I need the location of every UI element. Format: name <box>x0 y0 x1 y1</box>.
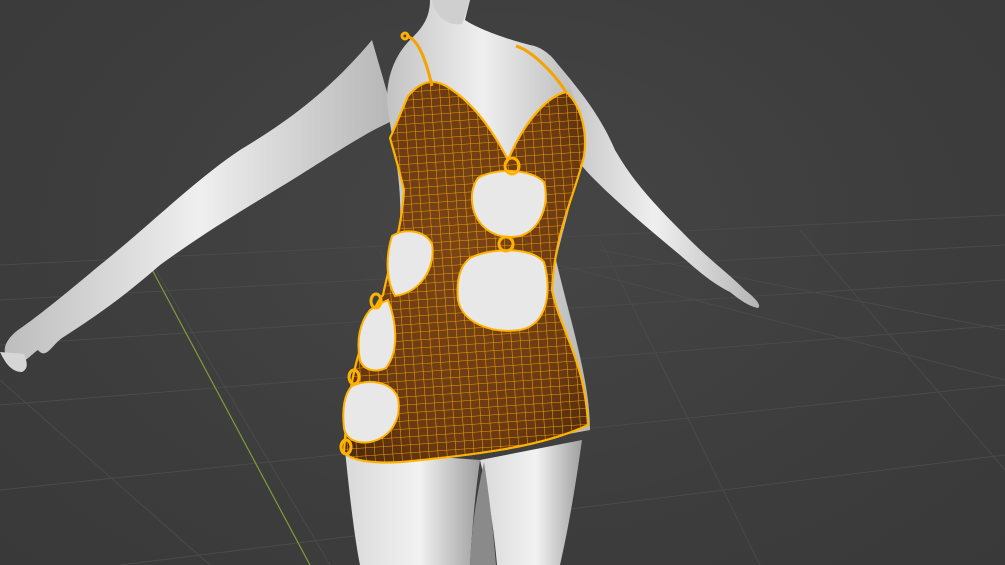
right-leg <box>480 440 582 565</box>
left-arm <box>4 40 396 363</box>
y-axis-line <box>147 261 311 565</box>
left-leg <box>345 450 480 565</box>
viewport-canvas[interactable] <box>0 0 1005 565</box>
right-arm <box>550 55 760 308</box>
3d-viewport[interactable] <box>0 0 1005 565</box>
